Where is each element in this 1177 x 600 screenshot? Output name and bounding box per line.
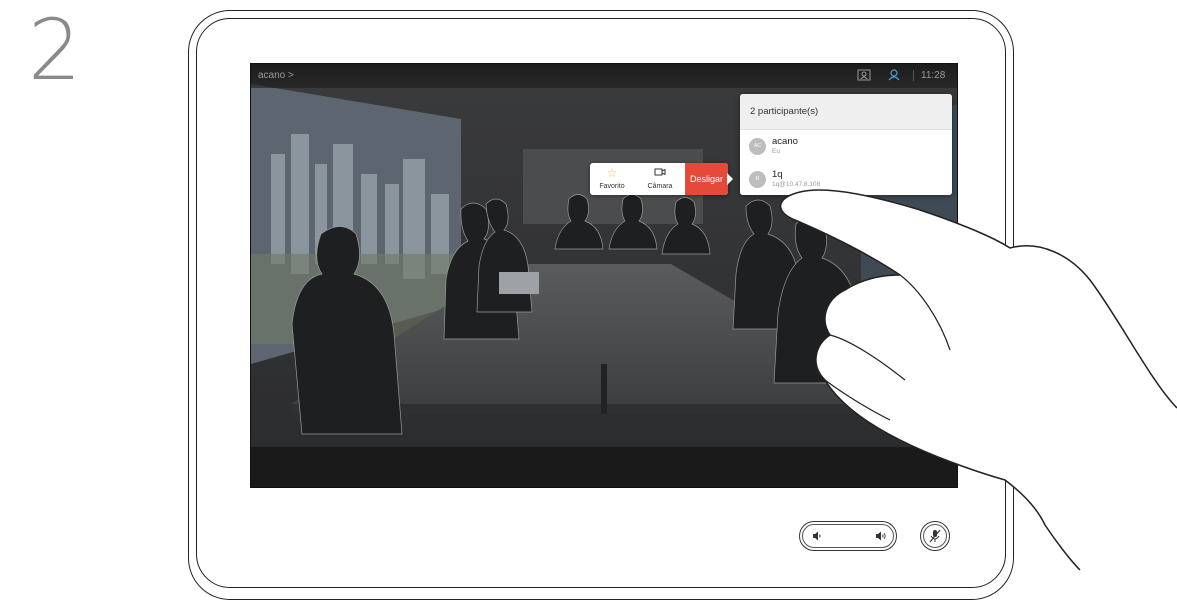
popover-pointer xyxy=(727,173,733,185)
avatar: R xyxy=(749,171,766,188)
clock: 11:28 xyxy=(921,70,946,81)
volume-up-icon[interactable] xyxy=(875,530,887,542)
volume-control xyxy=(799,521,897,551)
volume-down-icon[interactable] xyxy=(811,530,823,542)
favorite-button[interactable]: ☆ Favorito xyxy=(590,163,634,195)
clock-separator xyxy=(913,70,914,81)
call-control-bar xyxy=(251,447,957,487)
avatar: AC xyxy=(749,138,766,155)
hangup-button[interactable]: Desligar xyxy=(685,163,728,195)
top-bar: acano > 11:28 xyxy=(251,64,957,88)
participant-name: 1q xyxy=(772,169,783,180)
participant-sub: 1q@10.47.8.108 xyxy=(772,181,821,188)
participants-icon[interactable] xyxy=(888,69,900,81)
favorite-label: Favorito xyxy=(599,183,625,190)
mic-muted-icon xyxy=(929,529,941,543)
call-title[interactable]: acano > xyxy=(258,70,294,81)
camera-button[interactable]: Câmara xyxy=(638,163,682,195)
star-icon: ☆ xyxy=(606,166,618,180)
camera-label: Câmara xyxy=(647,183,673,190)
participant-sub: Eu xyxy=(772,148,780,155)
participants-panel: 2 participante(s) AC acano Eu R 1q 1q@10… xyxy=(740,94,952,195)
participant-row-acano[interactable]: AC acano Eu xyxy=(740,130,952,162)
mute-button[interactable] xyxy=(920,521,950,551)
step-number: 2 xyxy=(28,1,82,99)
participants-header: 2 participante(s) xyxy=(740,94,952,130)
layout-icon[interactable] xyxy=(857,69,871,81)
camera-icon xyxy=(638,166,682,180)
participant-row-1q[interactable]: R 1q 1q@10.47.8.108 xyxy=(740,163,952,195)
participant-name: acano xyxy=(772,136,798,147)
